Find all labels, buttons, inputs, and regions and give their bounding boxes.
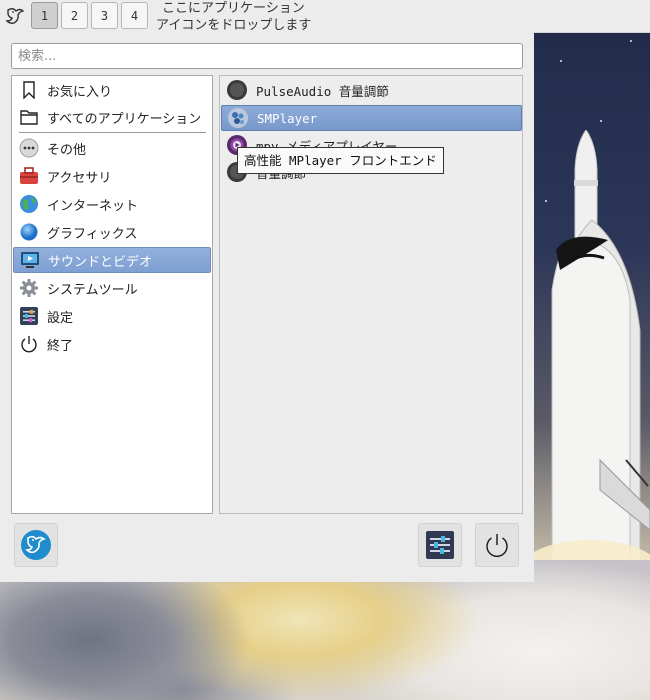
search-input[interactable] (11, 43, 523, 69)
category-label: すべてのアプリケーション (47, 111, 202, 127)
workspace-4-button[interactable]: 4 (121, 2, 148, 29)
gear-icon (19, 278, 39, 298)
graphics-icon (19, 222, 39, 242)
monitor-icon (20, 250, 40, 270)
app-smplayer[interactable]: SMPlayer (221, 105, 522, 131)
category-other[interactable]: その他 (13, 135, 211, 161)
category-system-tools[interactable]: システムツール (13, 275, 211, 301)
category-graphics[interactable]: グラフィックス (13, 219, 211, 245)
bookmark-icon (19, 80, 39, 100)
settings-icon (19, 306, 39, 326)
dove-logo-icon (21, 530, 51, 560)
workspace-2-button[interactable]: 2 (61, 2, 88, 29)
power-icon (486, 534, 508, 558)
category-label: インターネット (47, 198, 139, 214)
settings-button[interactable] (418, 523, 462, 567)
category-favorites[interactable]: お気に入り (13, 77, 211, 103)
toolbox-icon (19, 166, 39, 186)
star (600, 120, 602, 122)
volume-icon (226, 79, 248, 101)
tooltip: 高性能 MPlayer フロントエンド (237, 147, 444, 174)
workspace-1-button[interactable]: 1 (31, 2, 58, 29)
workspace-3-button[interactable]: 3 (91, 2, 118, 29)
category-label: その他 (47, 142, 87, 158)
category-label: お気に入り (47, 84, 113, 100)
category-all-applications[interactable]: すべてのアプリケーション (13, 104, 211, 130)
more-icon (19, 138, 39, 158)
power-button[interactable] (475, 523, 519, 567)
category-internet[interactable]: インターネット (13, 191, 211, 217)
launcher-drop-hint: ここにアプリケーション アイコンをドロップします (156, 0, 311, 34)
application-menu: お気に入り すべてのアプリケーション その他 アクセサリ インターネット (0, 32, 534, 582)
space-shuttle-image (530, 130, 650, 570)
application-list: PulseAudio 音量調節 SMPlayer mpv メディアプレイヤー 音… (219, 75, 523, 514)
folder-icon (19, 107, 39, 127)
category-label: サウンドとビデオ (48, 254, 153, 270)
category-accessories[interactable]: アクセサリ (13, 163, 211, 189)
star (630, 40, 632, 42)
smplayer-icon (227, 107, 249, 129)
category-quit[interactable]: 終了 (13, 331, 211, 357)
category-label: 設定 (47, 310, 74, 326)
app-label: SMPlayer (257, 110, 318, 126)
category-separator (19, 132, 206, 133)
top-panel: 1 2 3 4 ここにアプリケーション アイコンをドロップします (0, 0, 650, 33)
settings-icon (426, 531, 454, 559)
star (560, 60, 562, 62)
category-label: 終了 (47, 338, 74, 354)
category-label: グラフィックス (47, 226, 138, 242)
drop-hint-line1: ここにアプリケーション (162, 1, 305, 16)
category-settings[interactable]: 設定 (13, 303, 211, 329)
menu-logo-button[interactable] (14, 523, 58, 567)
dove-icon (5, 8, 25, 24)
globe-icon (19, 194, 39, 214)
category-sound-and-video[interactable]: サウンドとビデオ (13, 247, 211, 273)
app-label: PulseAudio 音量調節 (256, 83, 389, 99)
category-list: お気に入り すべてのアプリケーション その他 アクセサリ インターネット グラフ… (11, 75, 213, 514)
category-label: アクセサリ (47, 170, 112, 186)
app-pulseaudio-volume-control[interactable]: PulseAudio 音量調節 (221, 77, 522, 103)
power-icon (19, 334, 39, 354)
app-menu-button[interactable] (3, 4, 27, 28)
category-label: システムツール (47, 282, 138, 298)
